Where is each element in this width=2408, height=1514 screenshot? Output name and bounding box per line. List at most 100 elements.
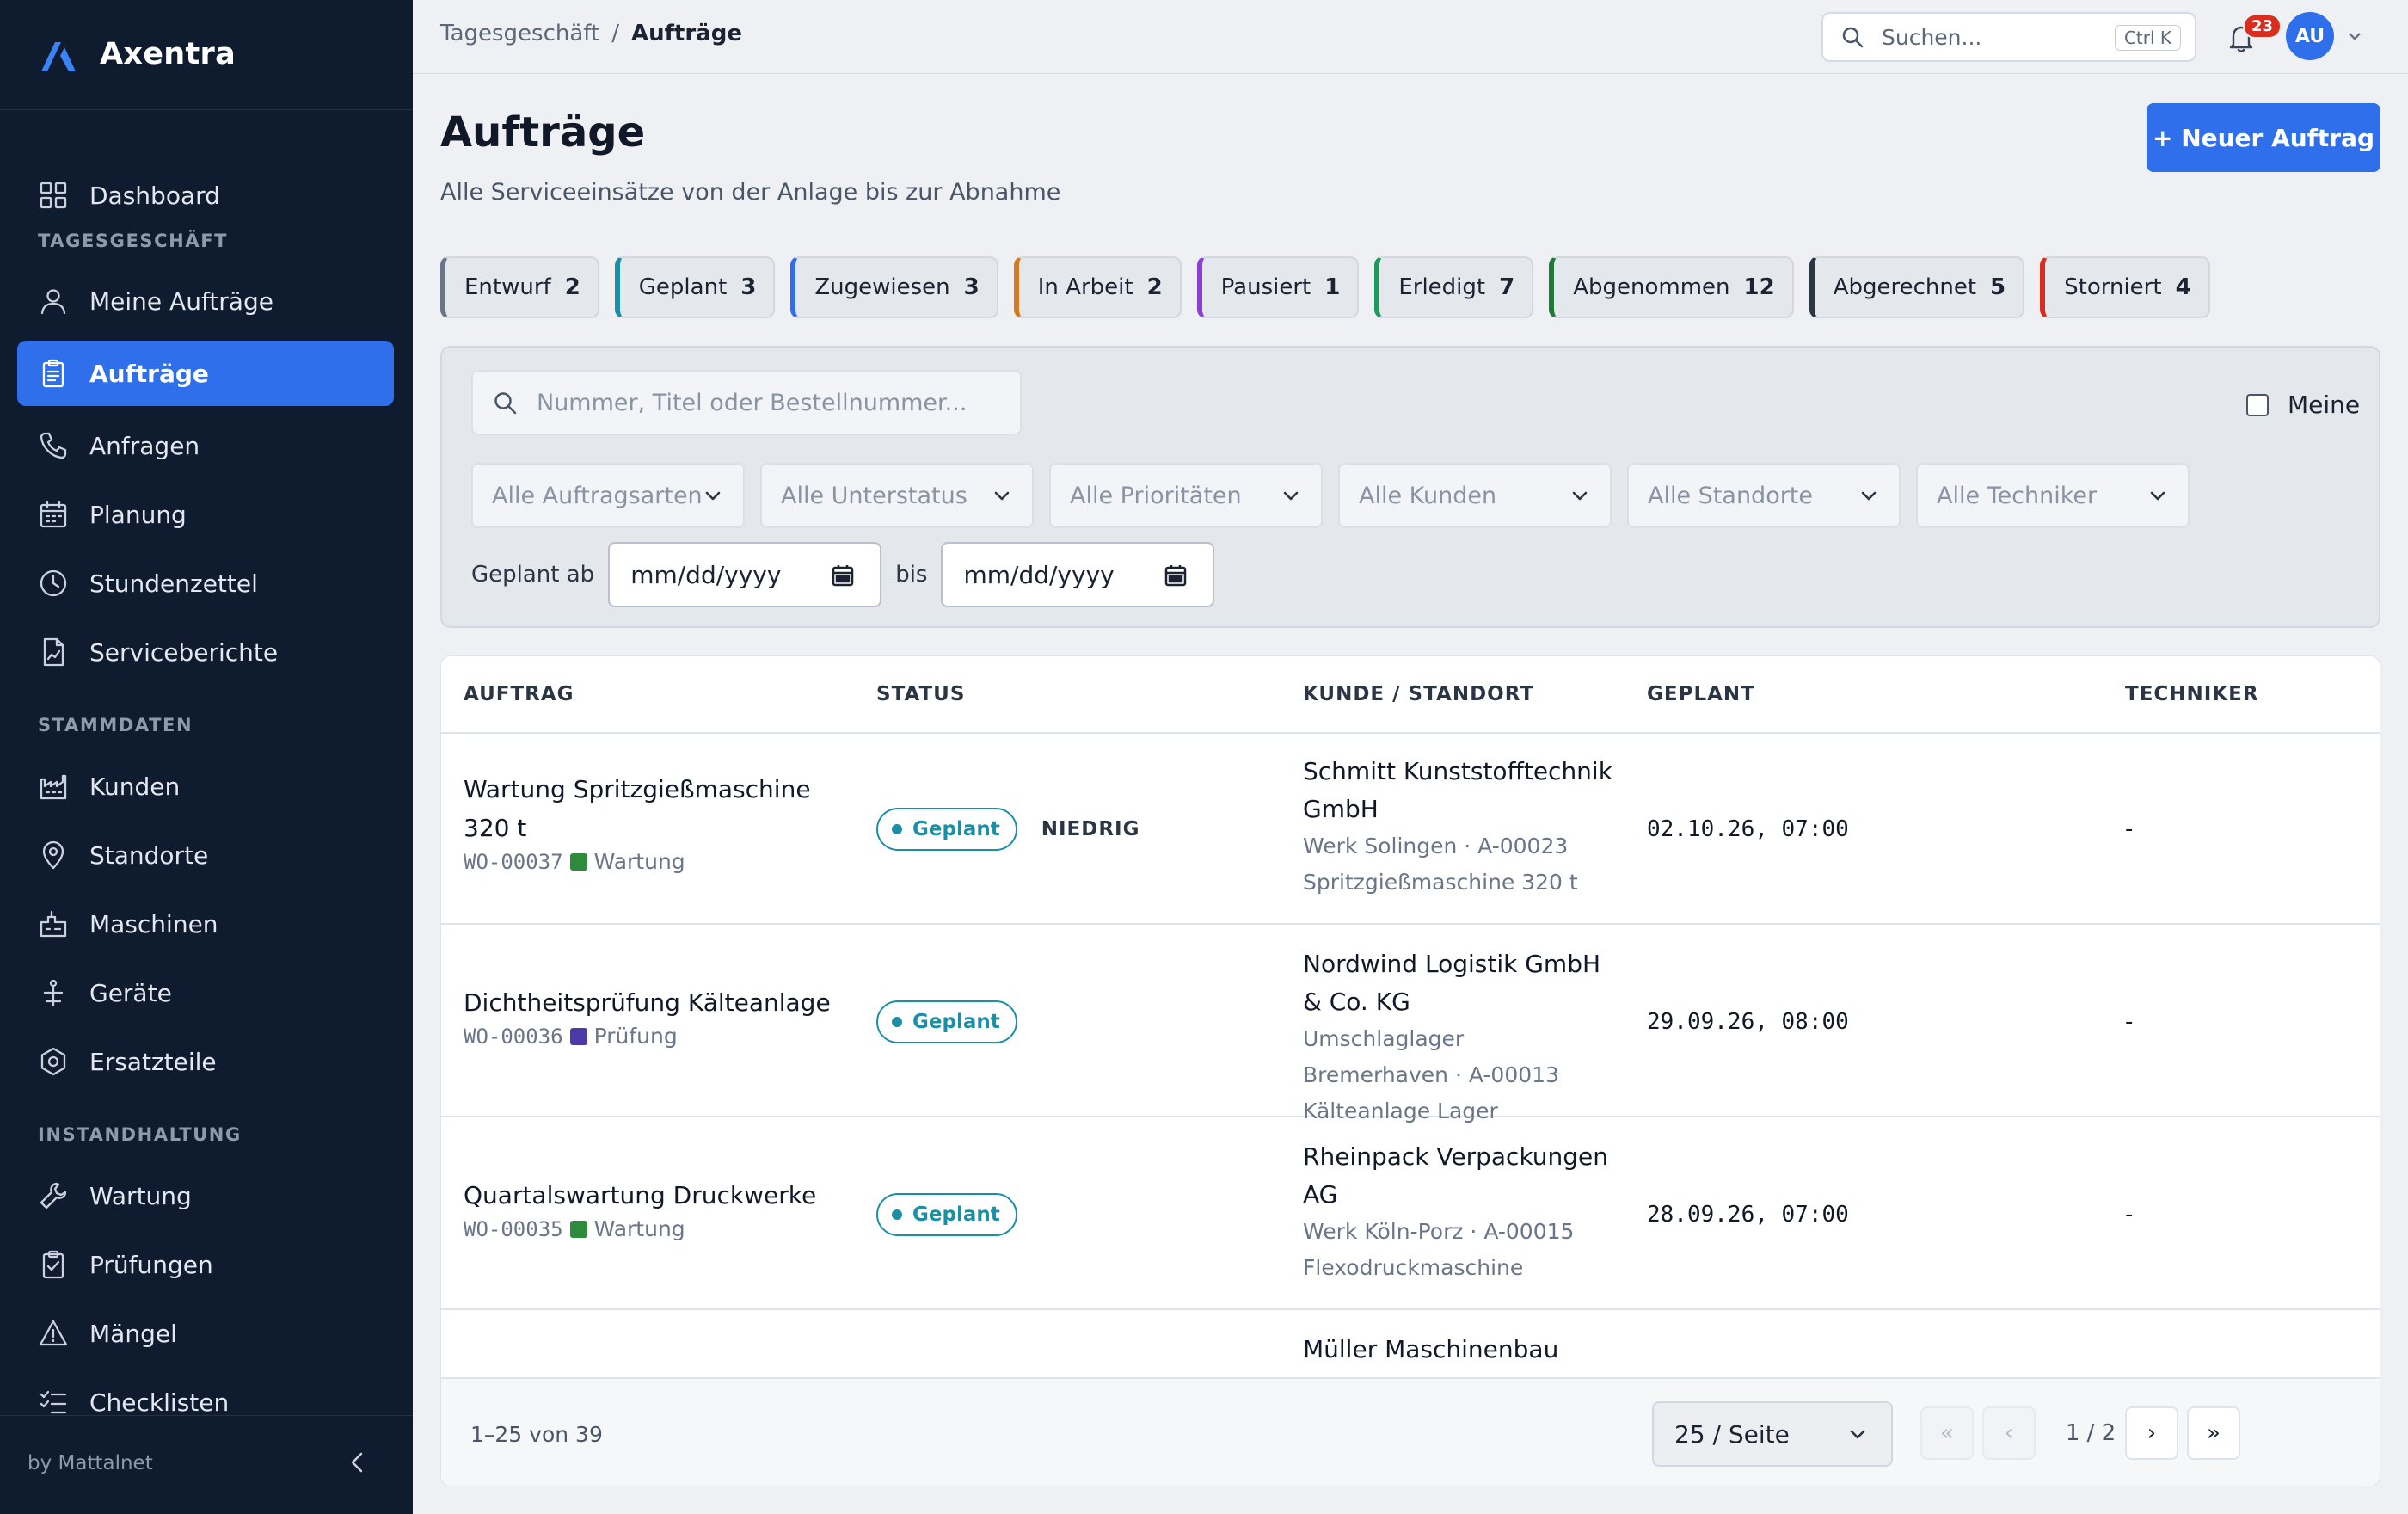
column-header-geplant[interactable]: GEPLANT [1647, 656, 1755, 732]
status-label: Geplant [912, 1011, 1000, 1033]
order-title[interactable]: Quartalswartung Druckwerke [464, 1176, 833, 1215]
new-order-button[interactable]: + Neuer Auftrag [2147, 103, 2380, 172]
sidebar-item-anfragen[interactable]: Anfragen [17, 413, 394, 478]
date-from-label: Geplant ab [471, 562, 595, 588]
sidebar-item-geraete[interactable]: Geräte [17, 960, 394, 1025]
filter-selects: Alle Auftragsarten Alle Unterstatus Alle P… [471, 463, 2190, 528]
customer-name[interactable]: Nordwind Logistik GmbH & Co. KG [1303, 945, 1612, 1021]
page-size-select[interactable]: 25 / Seite [1652, 1401, 1893, 1467]
customer-cell: Schmitt Kunststofftechnik GmbH Werk Solin… [1303, 753, 1612, 901]
table-row[interactable]: Quartalswartung Druckwerke WO-00035 Wartun… [441, 1119, 2380, 1310]
customer-cell: Nordwind Logistik GmbH & Co. KG Umschlagl… [1303, 945, 1612, 1129]
sidebar-item-pruefungen[interactable]: Prüfungen [17, 1232, 394, 1297]
sidebar-item-serviceberichte[interactable]: Serviceberichte [17, 619, 394, 685]
global-search-input[interactable]: Suchen... Ctrl K [1821, 12, 2196, 62]
sidebar-item-dashboard[interactable]: Dashboard [17, 163, 394, 228]
status-chip-count: 5 [1990, 274, 2006, 300]
sidebar-item-maschinen[interactable]: Maschinen [17, 891, 394, 957]
order-search-input[interactable]: Nummer, Titel oder Bestellnummer... [471, 370, 1022, 435]
chevron-down-icon[interactable] [2344, 26, 2365, 46]
next-page-button[interactable]: › [2125, 1406, 2178, 1460]
sidebar-item-wartung[interactable]: Wartung [17, 1163, 394, 1228]
sidebar-item-kunden[interactable]: Kunden [17, 754, 394, 819]
order-cell: Quartalswartung Druckwerke WO-00035 Wartun… [464, 1176, 833, 1241]
status-chip-abgenommen[interactable]: Abgenommen 12 [1549, 256, 1794, 318]
filter-panel: Nummer, Titel oder Bestellnummer... Mein… [440, 346, 2380, 628]
breadcrumb-item[interactable]: Tagesgeschäft [440, 21, 599, 46]
status-chip-pausiert[interactable]: Pausiert 1 [1196, 256, 1360, 318]
first-page-button[interactable]: « [1920, 1406, 1974, 1460]
status-chip-abgerechnet[interactable]: Abgerechnet 5 [1809, 256, 2025, 318]
prev-page-button[interactable]: ‹ [1982, 1406, 2036, 1460]
wrench-icon [38, 1180, 69, 1211]
sidebar-item-standorte[interactable]: Standorte [17, 822, 394, 888]
status-chip-storniert[interactable]: Storniert 4 [2040, 256, 2210, 318]
sidebar-item-ersatzteile[interactable]: Ersatzteile [17, 1029, 394, 1094]
sidebar-item-label: Planung [89, 500, 187, 529]
status-chip-erledigt[interactable]: Erledigt 7 [1374, 256, 1534, 318]
page-indicator: 1 / 2 [2065, 1420, 2116, 1446]
sidebar-item-auftraege[interactable]: Aufträge [17, 341, 394, 406]
collapse-sidebar-icon[interactable] [344, 1449, 372, 1476]
customer-name[interactable]: Müller Maschinenbau [1303, 1331, 1612, 1369]
customer-name[interactable]: Rheinpack Verpackungen AG [1303, 1138, 1612, 1214]
table-row[interactable]: Dichtheitsprüfung Kälteanlage WO-00036 Prü… [441, 926, 2380, 1123]
sidebar-item-maengel[interactable]: Mängel [17, 1301, 394, 1366]
order-title[interactable]: Wartung Spritzgießmaschine 320 t [464, 770, 833, 847]
notifications-button[interactable]: 23 [2226, 14, 2282, 57]
brand[interactable]: Axentra [38, 33, 236, 76]
filter-select[interactable]: Alle Prioritäten [1049, 463, 1323, 528]
filter-select[interactable]: Alle Auftragsarten [471, 463, 745, 528]
order-title[interactable]: Dichtheitsprüfung Kälteanlage [464, 983, 833, 1022]
chevron-down-icon [705, 491, 721, 501]
checkbox[interactable] [2246, 393, 2269, 416]
order-number: WO-00037 [464, 849, 563, 874]
calendar-icon[interactable] [830, 563, 856, 588]
status-chip-label: Geplant [638, 274, 728, 300]
avatar[interactable]: AU [2286, 12, 2334, 60]
device-icon [38, 977, 69, 1008]
table-row[interactable]: Wartung Spritzgießmaschine 320 t WO-00037… [441, 734, 2380, 925]
clock-icon [38, 568, 69, 599]
status-chip-zugewiesen[interactable]: Zugewiesen 3 [790, 256, 998, 318]
status-chip-label: Pausiert [1220, 274, 1312, 300]
breadcrumb-separator: / [611, 21, 619, 46]
date-from-input[interactable]: mm/dd/yyyy [608, 542, 882, 607]
sidebar-item-meine-auftraege[interactable]: Meine Aufträge [17, 268, 394, 334]
chevron-down-icon [994, 491, 1010, 501]
planned-date: 29.09.26, 08:00 [1647, 1009, 1849, 1035]
mine-checkbox[interactable]: Meine [2246, 391, 2360, 419]
status-label: Geplant [912, 818, 1000, 840]
filter-select[interactable]: Alle Unterstatus [760, 463, 1034, 528]
axentra-logo-icon [41, 42, 76, 71]
date-to-input[interactable]: mm/dd/yyyy [941, 542, 1215, 607]
sidebar-item-label: Meine Aufträge [89, 286, 273, 316]
customer-name[interactable]: Schmitt Kunststofftechnik GmbH [1303, 753, 1612, 828]
status-chip-count: 7 [1499, 274, 1515, 300]
order-meta: WO-00036 Prüfung [464, 1024, 833, 1049]
filter-select[interactable]: Alle Kunden [1338, 463, 1612, 528]
column-header-techniker[interactable]: TECHNIKER [2125, 656, 2259, 732]
status-chip-entwurf[interactable]: Entwurf 2 [440, 256, 599, 318]
sidebar-item-planung[interactable]: Planung [17, 482, 394, 547]
status-chip-in-arbeit[interactable]: In Arbeit 2 [1013, 256, 1182, 318]
filter-select[interactable]: Alle Techniker [1916, 463, 2190, 528]
sidebar-item-checklisten[interactable]: Checklisten [17, 1369, 394, 1415]
date-placeholder: mm/dd/yyyy [963, 560, 1115, 589]
sidebar-item-stundenzettel[interactable]: Stundenzettel [17, 551, 394, 616]
status-chip-count: 1 [1324, 274, 1341, 300]
breadcrumb-current: Aufträge [630, 21, 742, 46]
sidebar-item-label: Checklisten [89, 1388, 230, 1416]
calendar-icon[interactable] [1163, 563, 1189, 588]
status-chip-geplant[interactable]: Geplant 3 [614, 256, 776, 318]
column-header-status[interactable]: STATUS [876, 656, 965, 732]
last-page-button[interactable]: » [2187, 1406, 2240, 1460]
sidebar-item-label: Stundenzettel [89, 569, 258, 598]
chevron-down-icon [1572, 491, 1588, 501]
filter-select[interactable]: Alle Standorte [1627, 463, 1901, 528]
result-range: 1–25 von 39 [470, 1422, 603, 1447]
order-cell: Dichtheitsprüfung Kälteanlage WO-00036 Prü… [464, 983, 833, 1049]
order-type-color-swatch [569, 1220, 587, 1238]
column-header-kunde-standort[interactable]: KUNDE / STANDORT [1303, 656, 1534, 732]
column-header-auftrag[interactable]: AUFTRAG [464, 656, 574, 732]
